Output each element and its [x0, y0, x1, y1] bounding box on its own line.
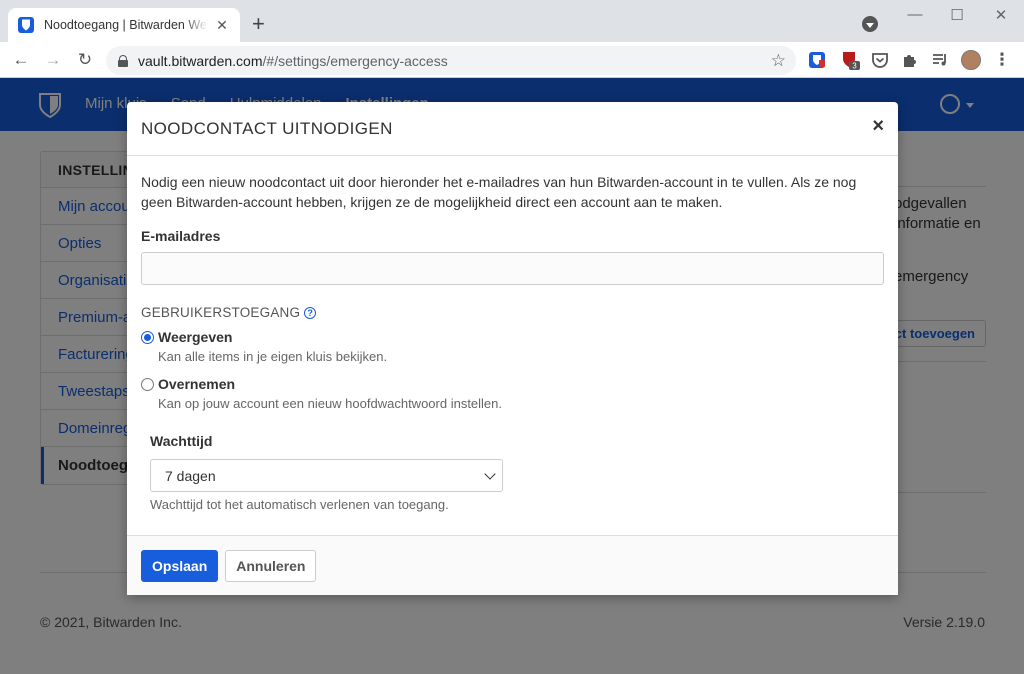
media-control-icon[interactable]	[931, 51, 949, 69]
save-button[interactable]: Opslaan	[141, 550, 219, 582]
modal-header: NOODCONTACT UITNODIGEN ×	[127, 102, 898, 156]
wait-time-hint: Wachttijd tot het automatisch verlenen v…	[150, 497, 449, 512]
window-close-icon[interactable]: ✕	[986, 6, 1016, 24]
profile-avatar-icon[interactable]	[961, 50, 981, 70]
radio-takeover[interactable]	[141, 377, 154, 391]
email-label: E-mailadres	[141, 228, 221, 244]
modal-intro-text: Nodig een nieuw noodcontact uit door hie…	[141, 174, 857, 210]
radio-view[interactable]	[141, 330, 154, 344]
maximize-icon[interactable]: ☐	[942, 6, 972, 24]
access-option-view-label[interactable]: Weergeven	[158, 329, 232, 345]
wait-time-value: 7 dagen	[165, 468, 216, 484]
modal-title: NOODCONTACT UITNODIGEN	[141, 119, 393, 138]
invite-emergency-contact-dialog: NOODCONTACT UITNODIGEN × Nodig een nieuw…	[127, 102, 898, 595]
wait-time-label: Wachttijd	[150, 433, 213, 449]
profile-dropdown-icon[interactable]	[862, 16, 878, 32]
email-input[interactable]	[141, 252, 884, 285]
access-option-takeover-label[interactable]: Overnemen	[158, 376, 235, 392]
cancel-button[interactable]: Annuleren	[225, 550, 317, 582]
access-option-takeover[interactable]: Overnemen	[141, 376, 884, 392]
access-option-view-description: Kan alle items in je eigen kluis bekijke…	[158, 349, 388, 364]
shield-extension-icon[interactable]: 3	[841, 51, 860, 71]
address-bar[interactable]: vault.bitwarden.com/#/settings/emergency…	[106, 46, 796, 75]
bitwarden-favicon-icon	[18, 17, 34, 33]
tab-title: Noodtoegang | Bitwarden Webkluis	[44, 18, 208, 32]
new-tab-icon[interactable]: +	[252, 13, 265, 35]
lock-icon	[118, 54, 128, 67]
svg-text:3: 3	[852, 62, 857, 71]
tab-close-icon[interactable]: ✕	[214, 17, 230, 34]
bookmark-star-icon[interactable]: ☆	[771, 51, 786, 71]
bitwarden-extension-icon[interactable]	[808, 51, 826, 69]
extensions-icon[interactable]	[901, 51, 919, 69]
browser-tab[interactable]: Noodtoegang | Bitwarden Webkluis ✕	[8, 8, 240, 42]
access-option-takeover-description: Kan op jouw account een nieuw hoofdwacht…	[158, 396, 503, 411]
browser-toolbar: ← → ↻ vault.bitwarden.com/#/settings/eme…	[0, 42, 1024, 78]
user-access-heading: GEBRUIKERSTOEGANG ?	[141, 305, 884, 320]
modal-close-icon[interactable]: ×	[872, 115, 884, 138]
chevron-down-icon	[484, 468, 496, 480]
reload-icon[interactable]: ↻	[74, 49, 96, 71]
minimize-icon[interactable]: —	[900, 6, 930, 23]
wait-time-select[interactable]: 7 dagen	[150, 459, 503, 492]
modal-body: Nodig een nieuw noodcontact uit door hie…	[127, 156, 898, 536]
access-option-view[interactable]: Weergeven	[141, 329, 884, 345]
modal-footer: Opslaan Annuleren	[127, 535, 898, 595]
forward-icon[interactable]: →	[42, 49, 64, 71]
help-icon[interactable]: ?	[304, 306, 317, 319]
back-icon[interactable]: ←	[10, 49, 32, 71]
browser-menu-icon[interactable]: ⋮	[991, 49, 1013, 71]
browser-tabstrip: Noodtoegang | Bitwarden Webkluis ✕ + — ☐…	[0, 0, 1024, 42]
user-access-heading-text: GEBRUIKERSTOEGANG	[141, 305, 301, 320]
url-text: vault.bitwarden.com/#/settings/emergency…	[138, 52, 448, 69]
pocket-icon[interactable]	[871, 51, 889, 69]
